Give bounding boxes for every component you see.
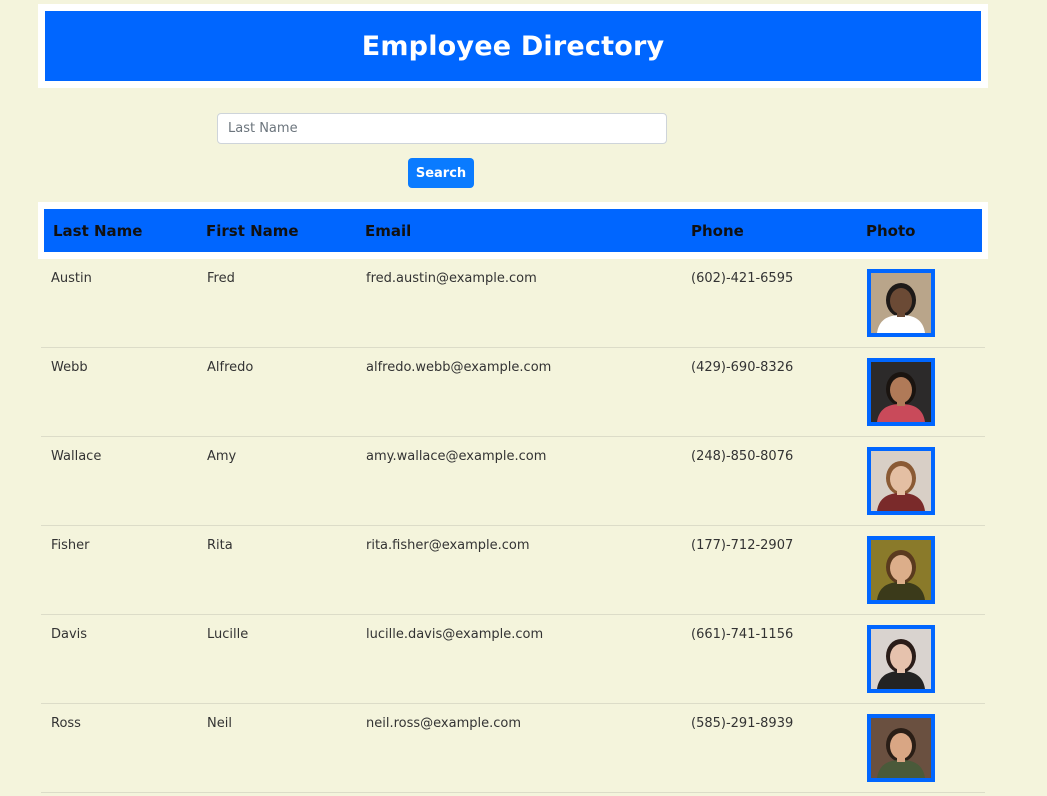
table-row: Ross Neil neil.ross@example.com (585)-291-8…	[41, 704, 985, 793]
employee-table-body: Austin Fred fred.austin@example.com (602)-4…	[41, 259, 985, 793]
employee-photo	[867, 714, 935, 782]
column-header-first-name[interactable]: First Name	[206, 209, 299, 252]
last-name-cell: Ross	[51, 716, 81, 731]
column-header-last-name[interactable]: Last Name	[53, 209, 142, 252]
table-row: Wallace Amy amy.wallace@example.com (248)-8…	[41, 437, 985, 526]
table-header-row: Last Name First Name Email Phone Photo	[44, 209, 982, 252]
first-name-cell: Alfredo	[207, 360, 254, 375]
last-name-cell: Fisher	[51, 538, 90, 553]
column-header-email[interactable]: Email	[365, 209, 411, 252]
first-name-cell: Neil	[207, 716, 232, 731]
column-header-photo: Photo	[866, 222, 916, 240]
first-name-cell: Rita	[207, 538, 233, 553]
first-name-cell: Lucille	[207, 627, 249, 642]
table-row: Davis Lucille lucille.davis@example.com (66…	[41, 615, 985, 704]
email-cell: neil.ross@example.com	[366, 716, 522, 731]
email-cell: lucille.davis@example.com	[366, 627, 544, 642]
first-name-cell: Amy	[207, 449, 237, 464]
employee-photo	[867, 625, 935, 693]
table-header-frame: Last Name First Name Email Phone Photo	[38, 202, 988, 259]
column-header-phone[interactable]: Phone	[691, 209, 744, 252]
employee-photo	[867, 358, 935, 426]
table-row: Austin Fred fred.austin@example.com (602)-4…	[41, 259, 985, 348]
last-name-search-input[interactable]	[217, 113, 667, 144]
header-bar: Employee Directory	[45, 11, 981, 81]
table-row: Fisher Rita rita.fisher@example.com (177)-7…	[41, 526, 985, 615]
employee-photo	[867, 269, 935, 337]
employee-photo	[867, 447, 935, 515]
phone-cell: (429)-690-8326	[691, 360, 794, 375]
employee-directory-page: Employee Directory Search Last Name Firs…	[0, 0, 1047, 796]
phone-cell: (602)-421-6595	[691, 271, 794, 286]
email-cell: rita.fisher@example.com	[366, 538, 530, 553]
email-cell: alfredo.webb@example.com	[366, 360, 552, 375]
table-row: Webb Alfredo alfredo.webb@example.com (429)…	[41, 348, 985, 437]
first-name-cell: Fred	[207, 271, 235, 286]
page-title: Employee Directory	[361, 30, 665, 62]
phone-cell: (661)-741-1156	[691, 627, 794, 642]
email-cell: amy.wallace@example.com	[366, 449, 547, 464]
header-frame: Employee Directory	[38, 4, 988, 88]
phone-cell: (248)-850-8076	[691, 449, 794, 464]
employee-photo	[867, 536, 935, 604]
phone-cell: (585)-291-8939	[691, 716, 794, 731]
phone-cell: (177)-712-2907	[691, 538, 794, 553]
last-name-cell: Davis	[51, 627, 88, 642]
last-name-cell: Wallace	[51, 449, 102, 464]
last-name-cell: Austin	[51, 271, 92, 286]
email-cell: fred.austin@example.com	[366, 271, 537, 286]
search-button[interactable]: Search	[408, 158, 474, 188]
last-name-cell: Webb	[51, 360, 88, 375]
